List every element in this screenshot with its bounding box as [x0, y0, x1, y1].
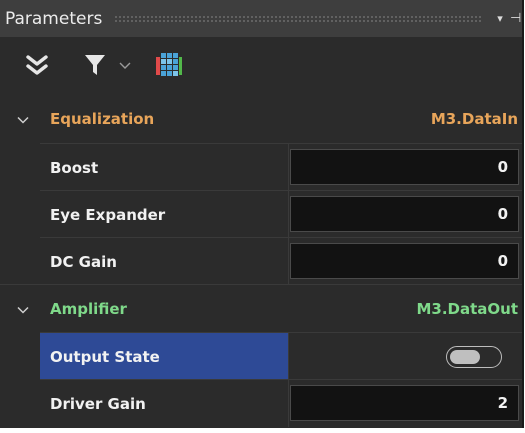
panel-title: Parameters [5, 8, 103, 29]
collapse-all-icon[interactable] [22, 47, 52, 83]
driver-gain-value-input[interactable]: 2 [290, 385, 519, 421]
property-row-boost: Boost 0 [40, 143, 522, 191]
output-state-toggle[interactable] [446, 346, 502, 368]
property-row-driver-gain: Driver Gain 2 [40, 379, 522, 427]
category-row-equalization[interactable]: Equalization M3.DataIn [0, 95, 522, 143]
property-label: Eye Expander [50, 205, 166, 224]
category-row-amplifier[interactable]: Amplifier M3.DataOut [0, 284, 522, 333]
toggle-knob [450, 350, 480, 364]
panel-options-dropdown-icon[interactable]: ▾ [493, 12, 507, 25]
property-row-output-state: Output State [40, 332, 522, 380]
property-row-eye-expander: Eye Expander 0 [40, 190, 522, 238]
columns-grid-icon[interactable] [153, 47, 185, 83]
expand-chevron-icon[interactable] [17, 301, 29, 320]
panel-titlebar[interactable]: Parameters ▾ ⊣ [0, 0, 522, 37]
expand-chevron-icon[interactable] [17, 111, 29, 130]
drag-grip[interactable] [114, 14, 483, 23]
panel-toolbar [0, 37, 522, 96]
property-label: Driver Gain [50, 394, 146, 413]
category-name: Equalization [50, 110, 155, 128]
filter-dropdown-chevron-icon[interactable] [117, 47, 133, 83]
dc-gain-value-input[interactable]: 0 [290, 243, 519, 279]
property-row-dc-gain: DC Gain 0 [40, 237, 522, 285]
property-label-selected[interactable]: Output State [40, 333, 288, 380]
category-name: Amplifier [50, 300, 127, 318]
category-source: M3.DataOut [416, 300, 518, 318]
boost-value-input[interactable]: 0 [290, 149, 519, 185]
eye-expander-value-input[interactable]: 0 [290, 196, 519, 232]
category-source: M3.DataIn [430, 110, 518, 128]
property-label: DC Gain [50, 252, 117, 271]
property-label: Boost [50, 158, 99, 177]
pin-icon[interactable]: ⊣ [510, 11, 521, 26]
parameters-panel: Parameters ▾ ⊣ Equalization M3.DataIn Bo… [0, 0, 524, 428]
filter-icon[interactable] [80, 47, 110, 83]
